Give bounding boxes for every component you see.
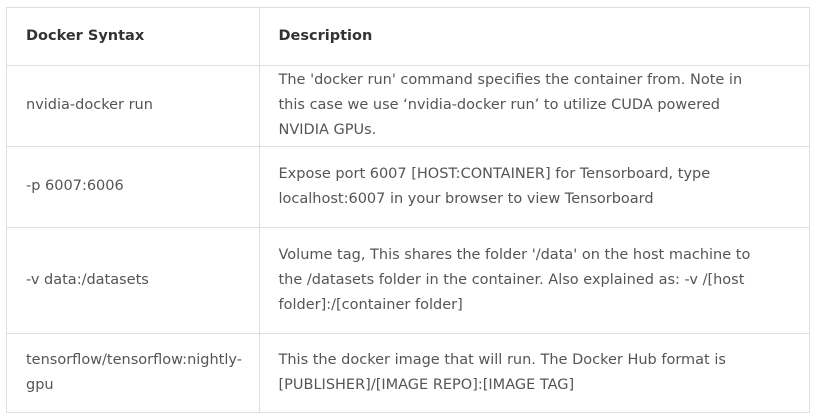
table-row: tensorflow/tensorflow:nightly-gpu This t… [7, 332, 809, 413]
syntax-cell: -p 6007:6006 [7, 145, 260, 228]
column-header-description: Description [258, 8, 809, 66]
docker-syntax-table: Docker Syntax Description nvidia-docker … [7, 8, 809, 413]
syntax-cell: tensorflow/tensorflow:nightly-gpu [7, 332, 260, 413]
table-row: nvidia-docker run The 'docker run' comma… [7, 64, 809, 147]
table-row: -p 6007:6006 Expose port 6007 [HOST:CONT… [7, 145, 809, 228]
description-cell: Volume tag, This shares the folder '/dat… [258, 226, 809, 334]
syntax-cell: nvidia-docker run [7, 64, 260, 147]
description-cell: This the docker image that will run. The… [258, 332, 809, 413]
column-header-docker-syntax: Docker Syntax [7, 8, 260, 66]
syntax-cell: -v data:/datasets [7, 226, 260, 334]
table-header-row: Docker Syntax Description [7, 8, 809, 66]
docker-syntax-table-container: Docker Syntax Description nvidia-docker … [6, 7, 810, 413]
description-cell: The 'docker run' command specifies the c… [258, 64, 809, 147]
description-cell: Expose port 6007 [HOST:CONTAINER] for Te… [258, 145, 809, 228]
table-row: -v data:/datasets Volume tag, This share… [7, 226, 809, 334]
